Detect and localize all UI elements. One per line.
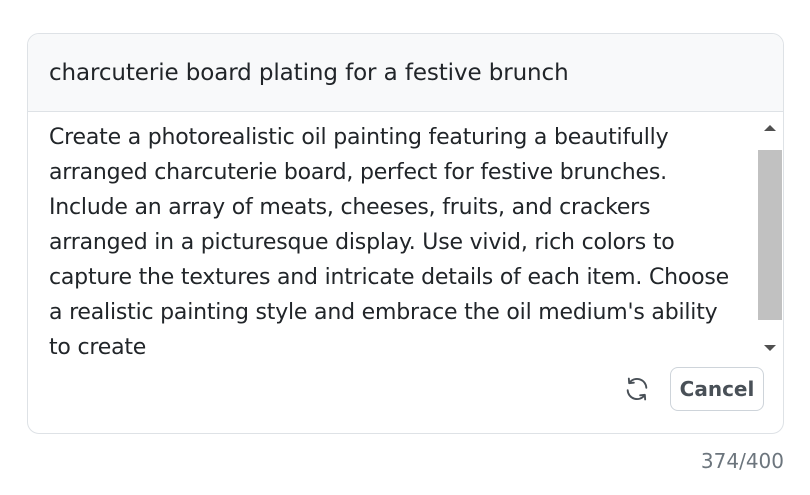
prompt-text[interactable]: Create a photorealistic oil painting fea… xyxy=(49,120,739,365)
cancel-button[interactable]: Cancel xyxy=(670,367,764,411)
refresh-button[interactable] xyxy=(622,374,652,404)
card-actions: Cancel xyxy=(622,367,764,411)
scroll-up-arrow[interactable] xyxy=(757,117,783,139)
triangle-down-icon xyxy=(764,345,776,351)
prompt-textarea[interactable]: Create a photorealistic oil painting fea… xyxy=(28,112,783,366)
character-counter: 374/400 xyxy=(700,449,784,473)
scroll-thumb[interactable] xyxy=(758,150,782,320)
prompt-card: charcuterie board plating for a festive … xyxy=(27,33,784,434)
refresh-icon xyxy=(626,377,648,401)
triangle-up-icon xyxy=(764,125,776,131)
scroll-down-arrow[interactable] xyxy=(757,337,783,359)
prompt-title: charcuterie board plating for a festive … xyxy=(49,59,569,86)
vertical-scrollbar[interactable] xyxy=(757,112,783,366)
card-header: charcuterie board plating for a festive … xyxy=(28,34,783,112)
